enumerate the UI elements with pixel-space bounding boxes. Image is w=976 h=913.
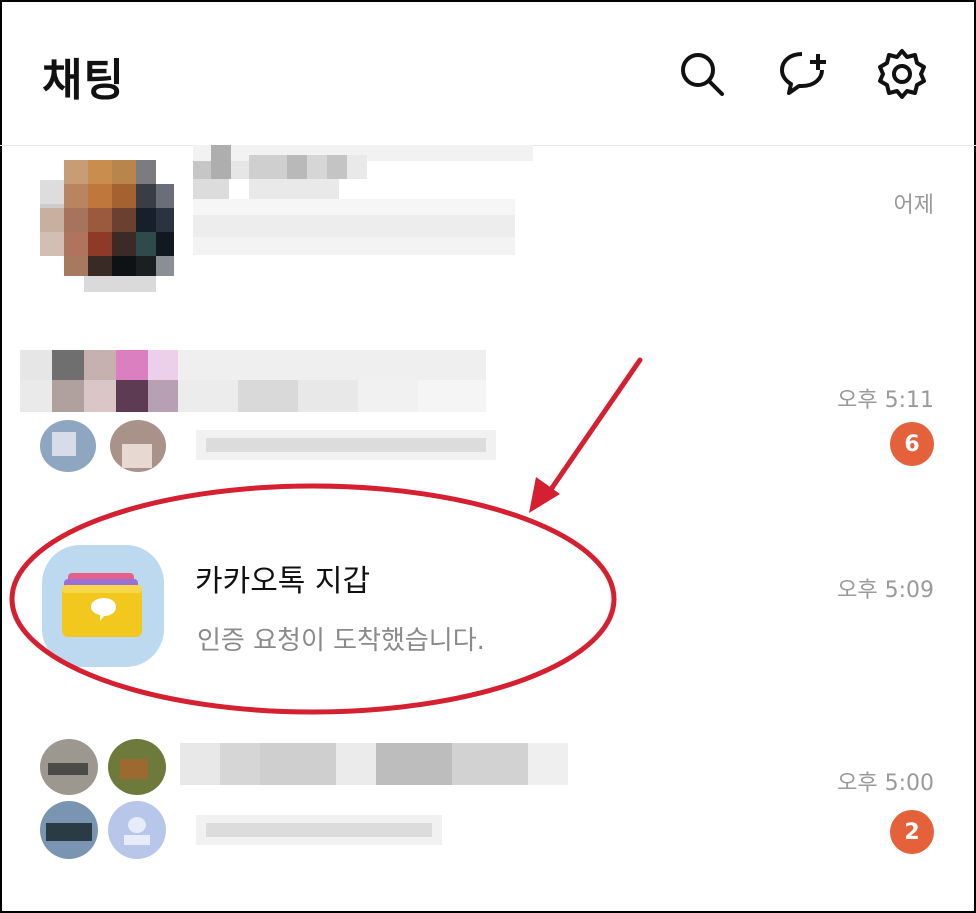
unread-badge: 2 — [890, 810, 934, 854]
new-chat-icon[interactable] — [778, 48, 830, 100]
chat-time: 어제 — [893, 193, 934, 218]
chat-time: 오후 5:00 — [837, 771, 934, 796]
unread-badge: 6 — [890, 422, 934, 466]
chat-header: 채팅 — [0, 0, 976, 146]
wallet-app-icon — [42, 545, 164, 667]
chat-row-2[interactable]: 오후 5:11 6 — [0, 350, 976, 480]
chat-time: 오후 5:11 — [837, 388, 934, 413]
chat-row-1[interactable]: 어제 — [0, 145, 976, 305]
search-icon[interactable] — [676, 48, 728, 100]
chat-row-4[interactable]: 오후 5:00 2 — [0, 735, 976, 865]
chat-time: 오후 5:09 — [837, 578, 934, 603]
chat-last-message: 인증 요청이 도착했습니다. — [197, 626, 485, 656]
chat-name: 카카오톡 지갑 — [195, 564, 371, 599]
page-title: 채팅 — [42, 55, 125, 106]
settings-icon[interactable] — [876, 48, 928, 100]
